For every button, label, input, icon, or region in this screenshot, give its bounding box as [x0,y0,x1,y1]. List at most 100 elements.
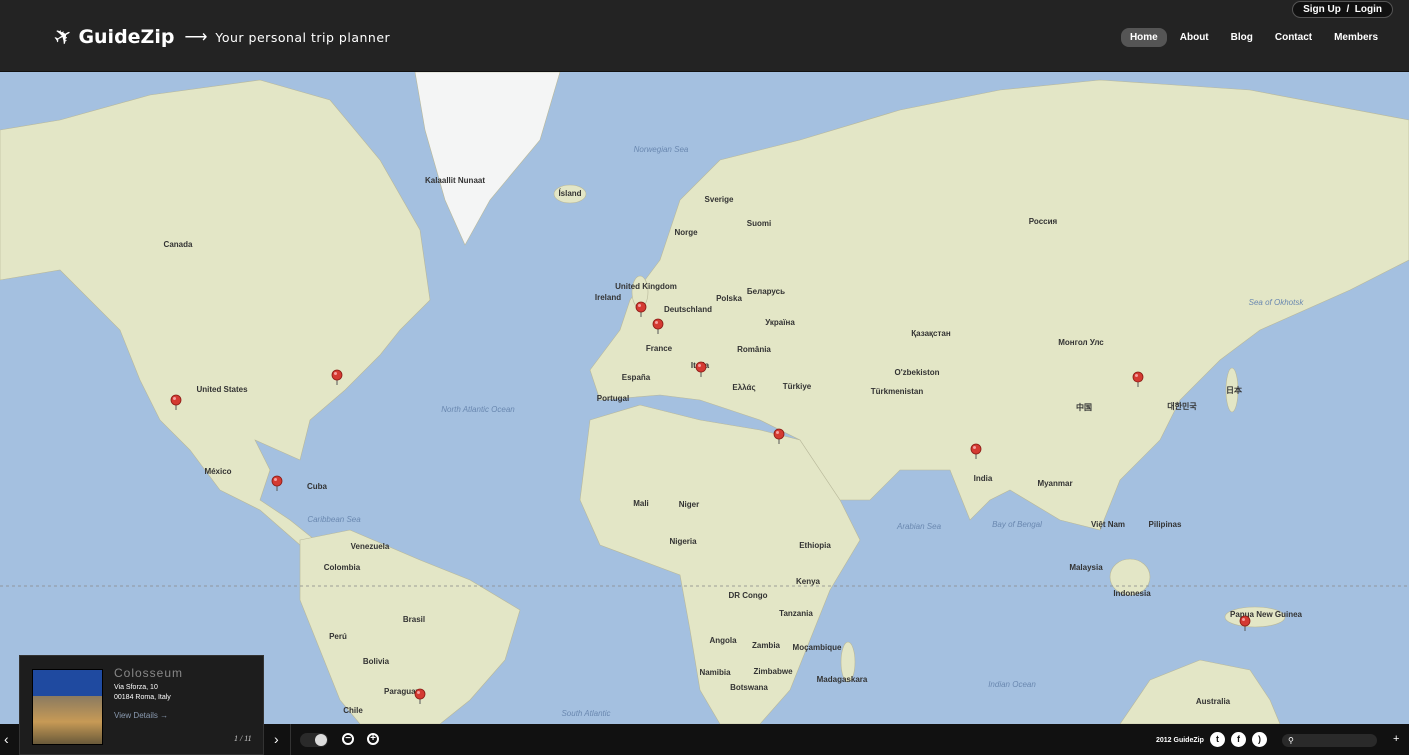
ocean-label: Sea of Okhotsk [1249,298,1305,307]
country-label: Australia [1196,697,1231,706]
country-label: 日本 [1226,385,1242,395]
country-label: India [974,474,993,483]
country-label: Ireland [595,293,621,302]
ocean-label: Bay of Bengal [992,520,1042,529]
country-label: México [204,467,231,476]
country-label: 中国 [1076,402,1092,412]
facebook-icon[interactable]: f [1231,732,1246,747]
ocean-label: Caribbean Sea [307,515,361,524]
ocean-label: Arabian Sea [896,522,942,531]
view-details-link[interactable]: View Details → [114,711,168,720]
country-label: Монгол Улс [1058,338,1104,347]
country-label: Türkiye [783,382,812,391]
country-label: Pilipinas [1149,520,1182,529]
nav-contact[interactable]: Contact [1266,28,1321,47]
country-label: Mali [633,499,649,508]
arrow-icon: ⟶ [184,29,208,46]
country-label: Canada [164,240,193,249]
country-label: Cuba [307,482,328,491]
country-label: United Kingdom [615,282,677,291]
place-title[interactable]: Colosseum [114,666,183,680]
country-label: Türkmenistan [871,387,924,396]
country-label: España [622,373,651,382]
country-label: Ελλάς [732,383,755,392]
country-label: Deutschland [664,305,712,314]
country-label: DR Congo [728,591,767,600]
country-label: Беларусь [747,287,785,296]
ocean-label: Norwegian Sea [634,145,689,154]
country-label: Madagaskara [817,675,868,684]
auth-links: Sign Up / Login [1292,1,1393,18]
divider [290,724,291,755]
nav-home[interactable]: Home [1120,28,1167,47]
country-label: Botswana [730,683,768,692]
search-input[interactable]: ⚲ [1282,734,1377,747]
world-map[interactable]: Canada United States México Cuba Venezuela Co… [0,72,1409,724]
sign-up-link[interactable]: Sign Up [1303,4,1341,15]
prev-place-button[interactable]: ‹ [4,731,9,747]
ocean-label: South Atlantic [561,709,610,718]
nav-members[interactable]: Members [1325,28,1387,47]
country-label: Tanzania [779,609,813,618]
country-label: Україна [765,318,795,327]
country-label: Venezuela [351,542,390,551]
country-label: Perú [329,632,347,641]
next-place-button[interactable]: › [274,731,279,747]
country-label: Norge [674,228,698,237]
country-label: Malaysia [1069,563,1103,572]
country-label: Ísland [558,189,581,198]
main-nav: Home About Blog Contact Members [1120,28,1387,47]
country-label: Kalaallit Nunaat [425,176,485,185]
ocean-label: Indian Ocean [988,680,1036,689]
rss-icon[interactable]: ) [1252,732,1267,747]
country-label: Ethiopia [799,541,831,550]
auth-separator: / [1346,4,1350,15]
card-pager: 1 / 11 [234,734,252,743]
country-label: Colombia [324,563,361,572]
country-label: France [646,344,673,353]
nav-blog[interactable]: Blog [1222,28,1262,47]
ocean-label: North Atlantic Ocean [441,405,515,414]
zoom-in-button[interactable]: + [367,733,379,745]
tagline: Your personal trip planner [215,29,391,45]
country-label: Suomi [747,219,771,228]
country-label: Sverige [705,195,734,204]
copyright: 2012 GuideZip [1156,737,1204,744]
country-label: Kenya [796,577,821,586]
nav-about[interactable]: About [1171,28,1218,47]
country-label: Россия [1029,217,1058,226]
country-label: Nigeria [669,537,697,546]
country-label: Việt Nam [1091,520,1125,529]
country-label: Moçambique [793,643,842,652]
place-address: Via Sforza, 10 00184 Roma, Italy [114,683,171,703]
logo[interactable]: ✈ GuideZip ⟶ Your personal trip planner [49,21,391,52]
address-line2: 00184 Roma, Italy [114,694,171,701]
map-style-toggle[interactable] [300,733,328,747]
country-label: Angola [709,636,737,645]
plane-icon: ✈ [48,21,78,53]
country-label: Chile [343,706,363,715]
country-label: România [737,345,771,354]
address-line1: Via Sforza, 10 [114,684,158,691]
logo-text: GuideZip [78,26,175,48]
country-label: Namibia [699,668,731,677]
expand-button[interactable]: + [1393,733,1399,745]
header: ✈ GuideZip ⟶ Your personal trip planner … [0,0,1409,72]
twitter-icon[interactable]: t [1210,732,1225,747]
country-label: Zambia [752,641,781,650]
country-label: United States [196,385,248,394]
country-label: Bolivia [363,657,390,666]
country-label: Қазақстан [911,329,951,338]
country-label: Zimbabwe [753,667,793,676]
login-link[interactable]: Login [1355,4,1382,15]
country-label: Brasil [403,615,425,624]
country-label: Indonesia [1113,589,1151,598]
country-label: 대한민국 [1167,401,1197,411]
place-card: Colosseum Via Sforza, 10 00184 Roma, Ita… [19,655,264,755]
zoom-out-button[interactable]: − [342,733,354,745]
country-label: Portugal [597,394,629,403]
search-icon: ⚲ [1288,736,1294,745]
place-photo[interactable] [32,669,103,745]
country-label: Polska [716,294,742,303]
country-label: Myanmar [1037,479,1072,488]
